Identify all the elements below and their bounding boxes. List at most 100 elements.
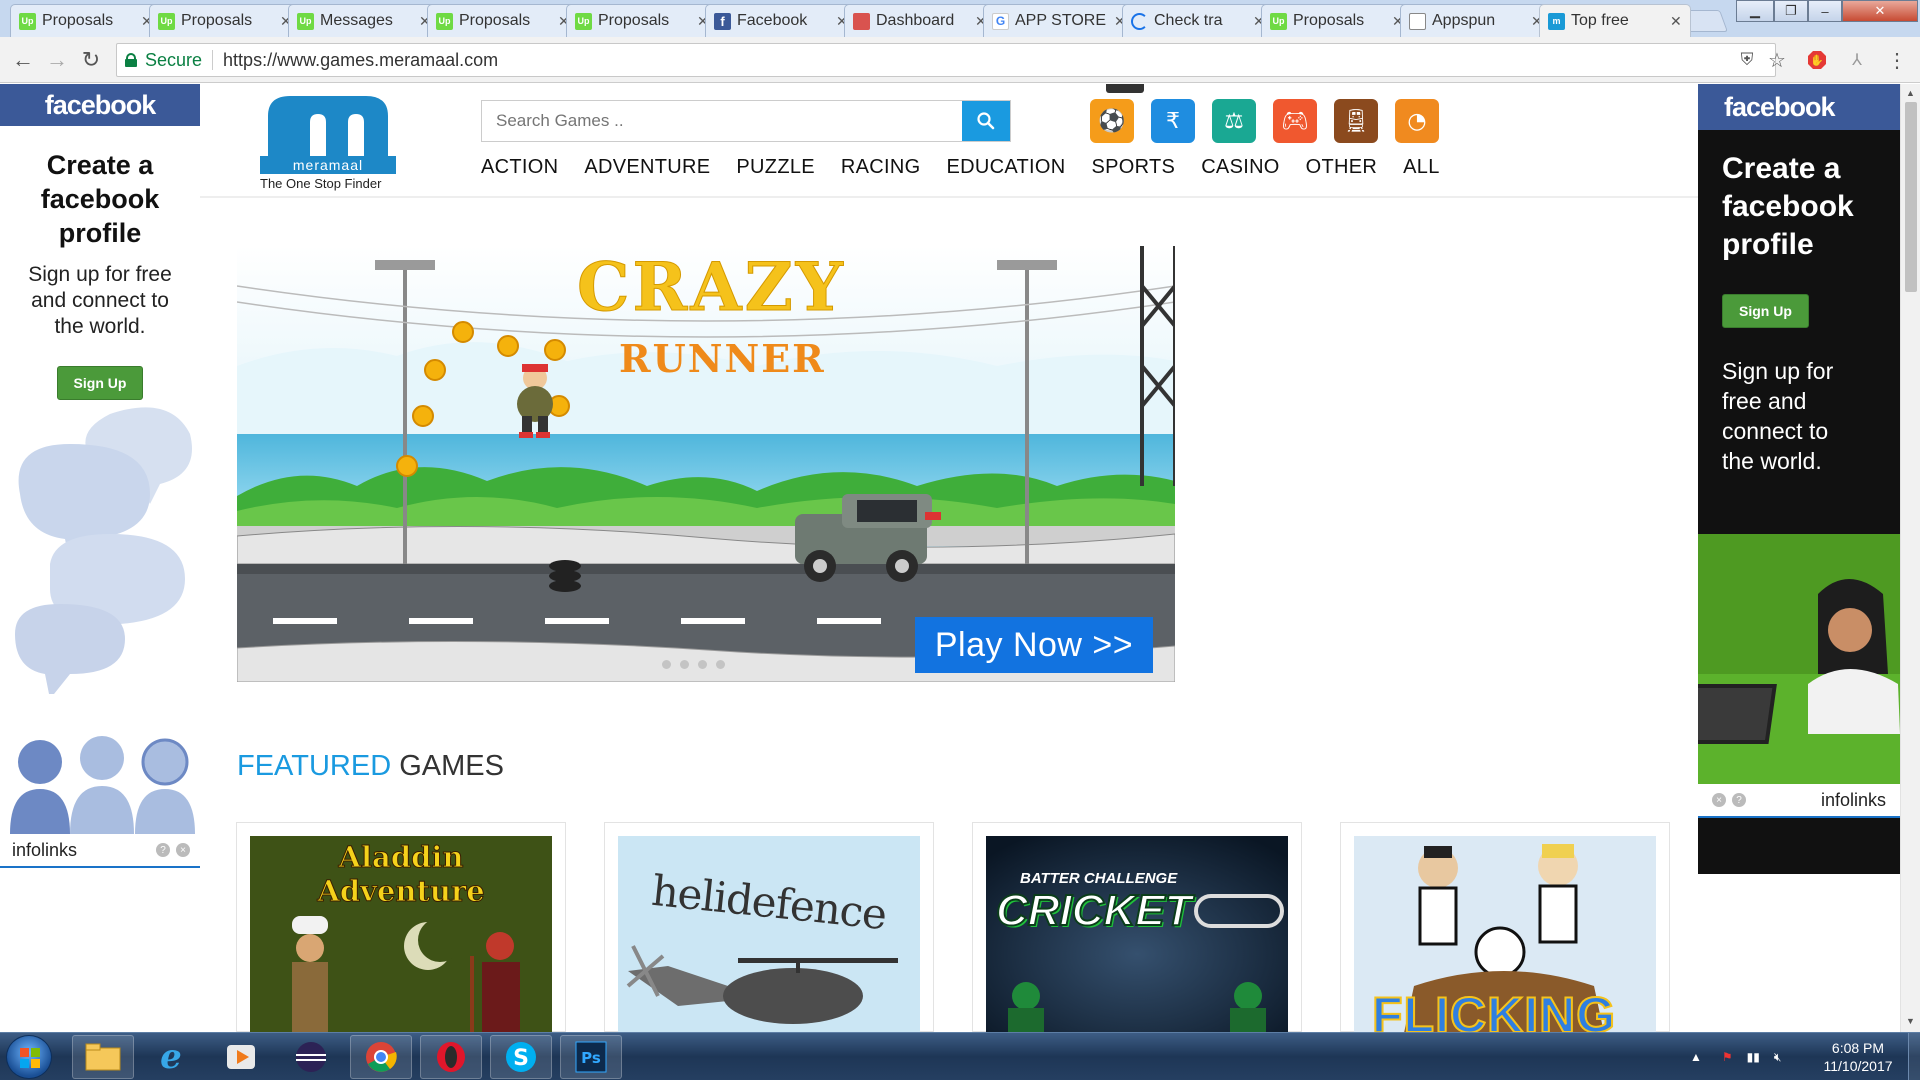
drag-handle[interactable] bbox=[1106, 84, 1144, 93]
search-input[interactable] bbox=[482, 101, 962, 141]
browser-tab[interactable]: Check tra ✕ bbox=[1122, 4, 1274, 37]
menu-item-casino[interactable]: CASINO bbox=[1201, 156, 1279, 179]
browser-tab[interactable]: Up Proposals ✕ bbox=[10, 4, 162, 37]
game-thumbnail[interactable]: Aladdin Adventure bbox=[250, 836, 552, 1032]
page-scrollbar[interactable]: ▲ ▼ bbox=[1900, 84, 1920, 1032]
right-ad-signup-button[interactable]: Sign Up bbox=[1722, 294, 1809, 328]
menu-item-puzzle[interactable]: PUZZLE bbox=[736, 156, 814, 179]
scroll-up-arrow[interactable]: ▲ bbox=[1906, 88, 1915, 98]
carousel-dot[interactable] bbox=[662, 660, 671, 669]
browser-tab[interactable]: G APP STORE ✕ bbox=[983, 4, 1135, 37]
taskbar-file-explorer[interactable] bbox=[72, 1035, 134, 1079]
browser-tab[interactable]: f Facebook ✕ bbox=[705, 4, 857, 37]
tray-expand-icon[interactable]: ▲ bbox=[1690, 1050, 1702, 1064]
url-text[interactable]: https://www.games.meramaal.com bbox=[223, 50, 498, 71]
train-category-icon[interactable]: 🚆︎ bbox=[1334, 99, 1378, 143]
sports-category-icon[interactable]: ⚽ bbox=[1090, 99, 1134, 143]
restore-window-button[interactable]: ❐ bbox=[1774, 0, 1808, 22]
train-glyph-icon: 🚆︎ bbox=[1342, 108, 1370, 134]
menu-item-education[interactable]: EDUCATION bbox=[947, 156, 1066, 179]
chat-bubbles-illustration bbox=[15, 407, 192, 694]
browser-tab[interactable]: Up Proposals ✕ bbox=[1261, 4, 1413, 37]
casino-rupee-category-icon[interactable]: ₹ bbox=[1151, 99, 1195, 143]
game-thumbnail[interactable]: helidefence bbox=[618, 836, 920, 1032]
taskbar-media-player[interactable] bbox=[210, 1035, 272, 1079]
pdf-extension-icon[interactable]: ⅄ bbox=[1846, 49, 1868, 71]
menu-item-all[interactable]: ALL bbox=[1403, 156, 1440, 179]
meramaal-logo[interactable]: meramaal The One Stop Finder bbox=[260, 92, 398, 191]
carousel-dot[interactable] bbox=[680, 660, 689, 669]
crazy-runner-banner[interactable]: CRAZY RUNNER Play Now >> bbox=[237, 246, 1175, 682]
taskbar-skype[interactable]: S bbox=[490, 1035, 552, 1079]
right-facebook-ad[interactable]: facebook Create a facebook profile Sign … bbox=[1698, 84, 1900, 874]
browser-tab[interactable]: m Top free ✕ bbox=[1539, 4, 1691, 37]
browser-tab[interactable]: Appspun ✕ bbox=[1400, 4, 1552, 37]
back-button[interactable]: ← bbox=[10, 47, 36, 73]
taskbar-internet-explorer[interactable]: e bbox=[140, 1035, 202, 1079]
seesaw-category-icon[interactable]: ⚖ bbox=[1212, 99, 1256, 143]
address-bar[interactable]: Secure https://www.games.meramaal.com bbox=[116, 43, 1776, 77]
bookmark-star-icon[interactable]: ☆ bbox=[1766, 49, 1788, 72]
browser-tab[interactable]: Up Proposals ✕ bbox=[427, 4, 579, 37]
scroll-down-arrow[interactable]: ▼ bbox=[1906, 1016, 1915, 1026]
game-thumbnail[interactable]: FLICKING bbox=[1354, 836, 1656, 1032]
menu-item-action[interactable]: ACTION bbox=[481, 156, 558, 179]
scrollbar-thumb[interactable] bbox=[1905, 102, 1917, 292]
ad-help-icon[interactable]: ? bbox=[156, 843, 170, 857]
game-card-batter-challenge-cricket[interactable]: BATTER CHALLENGE CRICKET bbox=[972, 822, 1302, 1032]
media-player-icon bbox=[227, 1045, 255, 1069]
user-profile-button[interactable]: ‒ bbox=[1808, 0, 1842, 22]
carousel-dot[interactable] bbox=[698, 660, 707, 669]
close-window-button[interactable]: ✕ bbox=[1842, 0, 1918, 22]
meramaal-icon: m bbox=[1548, 12, 1565, 30]
tab-title: Check tra bbox=[1154, 12, 1223, 29]
tab-close-icon[interactable]: ✕ bbox=[1670, 13, 1682, 30]
carousel-dot[interactable] bbox=[716, 660, 725, 669]
menu-item-adventure[interactable]: ADVENTURE bbox=[584, 156, 710, 179]
left-ad-signup-button[interactable]: Sign Up bbox=[56, 366, 144, 400]
taskbar-clock[interactable]: 6:08 PM 11/10/2017 bbox=[1818, 1039, 1898, 1075]
game-card-aladdin[interactable]: Aladdin Adventure bbox=[236, 822, 566, 1032]
rss-category-icon[interactable]: ◔ bbox=[1395, 99, 1439, 143]
game-title: Aladdin Adventure bbox=[317, 840, 485, 909]
reload-button[interactable]: ↻ bbox=[78, 47, 104, 73]
minimize-window-button[interactable]: ▁ bbox=[1736, 0, 1774, 22]
search-button[interactable] bbox=[962, 101, 1010, 141]
menu-item-sports[interactable]: SPORTS bbox=[1092, 156, 1176, 179]
ad-help-icon[interactable]: ? bbox=[1732, 793, 1746, 807]
game-card-flicking[interactable]: FLICKING bbox=[1340, 822, 1670, 1032]
volume-muted-icon[interactable]: 🔇︎ bbox=[1774, 1050, 1782, 1065]
facebook-logo-bar: facebook bbox=[0, 84, 200, 126]
action-center-icon[interactable]: ⚑ bbox=[1722, 1050, 1733, 1064]
taskbar-chrome[interactable] bbox=[350, 1035, 412, 1079]
site-info-icon[interactable]: ⛨ bbox=[1736, 49, 1758, 71]
ad-close-icon[interactable]: × bbox=[1712, 793, 1726, 807]
banner-title-crazy: CRAZY bbox=[577, 248, 846, 327]
show-desktop-button[interactable] bbox=[1908, 1033, 1920, 1080]
category-icon-row: ⚽ ₹ ⚖ 🎮︎ 🚆︎ ◔ bbox=[1090, 99, 1456, 143]
network-signal-icon[interactable]: ▮▮ bbox=[1747, 1050, 1760, 1064]
ad-close-icon[interactable]: × bbox=[176, 843, 190, 857]
logo-wordmark: meramaal bbox=[260, 156, 396, 174]
taskbar-opera[interactable] bbox=[420, 1035, 482, 1079]
taskbar-photoshop[interactable]: Ps bbox=[560, 1035, 622, 1079]
browser-tab[interactable]: Up Messages ✕ bbox=[288, 4, 440, 37]
taskbar-eclipse[interactable] bbox=[280, 1035, 342, 1079]
browser-tab[interactable]: Up Proposals ✕ bbox=[566, 4, 718, 37]
chrome-menu-icon[interactable]: ⋮ bbox=[1886, 49, 1908, 72]
menu-item-racing[interactable]: RACING bbox=[841, 156, 921, 179]
browser-tab[interactable]: Dashboard ✕ bbox=[844, 4, 996, 37]
start-button[interactable] bbox=[6, 1035, 52, 1079]
game-thumbnail[interactable]: BATTER CHALLENGE CRICKET bbox=[986, 836, 1288, 1032]
gamepad-category-icon[interactable]: 🎮︎ bbox=[1273, 99, 1317, 143]
left-facebook-ad[interactable]: facebook Create a facebook profile Sign … bbox=[0, 84, 200, 868]
search-icon bbox=[977, 112, 995, 130]
menu-item-other[interactable]: OTHER bbox=[1306, 156, 1378, 179]
game-card-helidefence[interactable]: helidefence bbox=[604, 822, 934, 1032]
adblock-extension-icon[interactable]: ✋ bbox=[1806, 49, 1828, 71]
left-ad-subtitle: Sign up for free and connect to the worl… bbox=[28, 263, 172, 338]
browser-tab[interactable]: Up Proposals ✕ bbox=[149, 4, 301, 37]
upwork-icon: Up bbox=[436, 12, 453, 30]
forward-button[interactable]: → bbox=[44, 47, 70, 73]
play-now-button[interactable]: Play Now >> bbox=[915, 617, 1153, 673]
